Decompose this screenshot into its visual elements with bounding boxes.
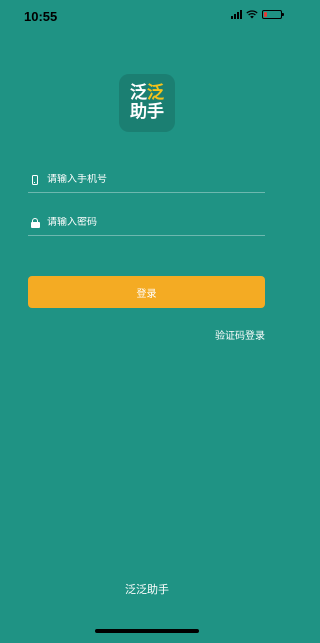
logo-char-2: 泛: [147, 83, 164, 104]
status-bar: 10:55: [0, 0, 294, 32]
battery-level: [264, 12, 267, 17]
status-time: 10:55: [24, 9, 58, 24]
home-indicator[interactable]: [95, 629, 199, 633]
signal-icon: [231, 10, 242, 19]
lock-icon: [28, 217, 42, 228]
phone-icon: [28, 174, 42, 185]
login-button[interactable]: 登录: [28, 276, 265, 308]
phone-field: [28, 167, 265, 193]
logo-line-1: 泛泛: [130, 84, 164, 103]
password-input[interactable]: [47, 217, 265, 228]
app-logo: 泛泛 助手: [119, 74, 175, 132]
battery-icon: [262, 10, 284, 19]
wifi-icon: [246, 10, 258, 19]
footer-app-name: 泛泛助手: [125, 583, 169, 596]
sms-login-link[interactable]: 验证码登录: [215, 327, 265, 342]
logo-char-1: 泛: [130, 83, 147, 104]
logo-line-2: 助手: [130, 102, 164, 122]
phone-input[interactable]: [47, 174, 265, 185]
status-icons: [231, 10, 284, 19]
password-field: [28, 210, 265, 236]
